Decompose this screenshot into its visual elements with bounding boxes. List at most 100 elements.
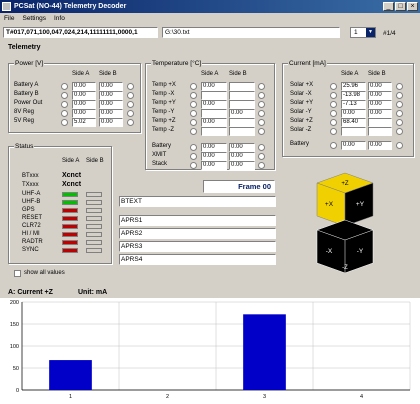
status-led-a bbox=[62, 232, 78, 237]
current-radio-b[interactable] bbox=[396, 110, 403, 117]
text-field-aprs3[interactable]: APRS3 bbox=[119, 241, 276, 252]
current-radio-a[interactable] bbox=[330, 110, 337, 117]
temp-radio-b[interactable] bbox=[258, 92, 265, 99]
cube-label-bottom-right: -Y bbox=[357, 248, 364, 255]
power-radio-b[interactable] bbox=[127, 83, 134, 90]
power-radio-a[interactable] bbox=[61, 101, 68, 108]
temp-extra-radio-b[interactable] bbox=[258, 153, 265, 160]
temp-radio-a[interactable] bbox=[190, 119, 197, 126]
power-radio-a[interactable] bbox=[61, 83, 68, 90]
window-title: PCSat (NO-44) Telemetry Decoder bbox=[14, 3, 127, 10]
close-button[interactable]: × bbox=[407, 2, 418, 11]
current-radio-a[interactable] bbox=[330, 119, 337, 126]
status-led-b bbox=[86, 200, 102, 205]
menu-file[interactable]: File bbox=[4, 15, 14, 22]
power-value-a: 0.00 bbox=[72, 82, 96, 91]
temp-extra-radio-a[interactable] bbox=[190, 144, 197, 151]
current-value-a bbox=[341, 127, 366, 136]
temp-extra-label: Stack bbox=[152, 161, 168, 167]
temp-radio-b[interactable] bbox=[258, 128, 265, 135]
temp-radio-a[interactable] bbox=[190, 92, 197, 99]
cube-label-bottom: -Z bbox=[342, 265, 348, 271]
current-battery-value-b: 0.00 bbox=[368, 141, 392, 150]
text-field-aprs2[interactable]: APRS2 bbox=[119, 228, 276, 239]
power-radio-b[interactable] bbox=[127, 110, 134, 117]
title-bar: PCSat (NO-44) Telemetry Decoder bbox=[0, 0, 420, 13]
txxx-value: Xcnct bbox=[62, 181, 82, 188]
current-radio-b[interactable] bbox=[396, 83, 403, 90]
temp-value-b bbox=[229, 91, 255, 100]
power-value-a: 0.00 bbox=[72, 100, 96, 109]
status-row-label: GPS bbox=[22, 207, 35, 213]
menu-info[interactable]: Info bbox=[54, 15, 65, 22]
current-battery-radio-a[interactable] bbox=[330, 142, 337, 149]
y-tick-label: 150 bbox=[10, 322, 19, 328]
temp-value-b bbox=[229, 100, 255, 109]
status-led-a bbox=[62, 208, 78, 213]
status-row-label: CLR72 bbox=[22, 223, 41, 229]
show-all-values-checkbox[interactable] bbox=[14, 270, 21, 277]
current-radio-a[interactable] bbox=[330, 92, 337, 99]
temp-value-a: 0.00 bbox=[201, 100, 227, 109]
app-icon bbox=[2, 2, 11, 11]
temp-row-label: Temp +Y bbox=[152, 100, 176, 106]
text-field-aprs1[interactable]: APRS1 bbox=[119, 215, 276, 226]
temp-radio-b[interactable] bbox=[258, 83, 265, 90]
current-value-b bbox=[368, 118, 392, 127]
status-led-a bbox=[62, 248, 78, 253]
temp-extra-radio-b[interactable] bbox=[258, 162, 265, 169]
temp-value-a: 0.00 bbox=[201, 118, 227, 127]
temp-radio-b[interactable] bbox=[258, 119, 265, 126]
current-battery-radio-b[interactable] bbox=[396, 142, 403, 149]
temp-radio-a[interactable] bbox=[190, 101, 197, 108]
y-tick-label: 100 bbox=[10, 344, 19, 350]
current-radio-b[interactable] bbox=[396, 101, 403, 108]
frame-select[interactable]: 1 ▼ bbox=[350, 27, 376, 38]
current-radio-b[interactable] bbox=[396, 128, 403, 135]
power-side-a-header: Side A bbox=[72, 71, 90, 77]
power-value-a: 0.00 bbox=[72, 91, 96, 100]
temp-extra-value-a: 0.00 bbox=[201, 143, 227, 152]
y-tick-label: 50 bbox=[13, 366, 19, 372]
current-value-a: 0.00 bbox=[341, 109, 366, 118]
maximize-button[interactable]: □ bbox=[395, 2, 406, 11]
chart-bar bbox=[243, 314, 286, 390]
current-radio-b[interactable] bbox=[396, 92, 403, 99]
power-radio-a[interactable] bbox=[61, 92, 68, 99]
temp-extra-radio-a[interactable] bbox=[190, 153, 197, 160]
current-radio-a[interactable] bbox=[330, 128, 337, 135]
file-path-field[interactable]: G:\30.txt bbox=[162, 27, 340, 38]
current-radio-a[interactable] bbox=[330, 101, 337, 108]
text-field-btext[interactable]: BTEXT bbox=[119, 196, 276, 207]
chevron-down-icon[interactable]: ▼ bbox=[366, 28, 375, 37]
temp-radio-a[interactable] bbox=[190, 110, 197, 117]
power-radio-b[interactable] bbox=[127, 119, 134, 126]
chart-title: A: Current +Z bbox=[8, 289, 53, 296]
power-radio-a[interactable] bbox=[61, 110, 68, 117]
temp-radio-a[interactable] bbox=[190, 128, 197, 135]
status-led-b bbox=[86, 240, 102, 245]
current-radio-a[interactable] bbox=[330, 83, 337, 90]
temp-extra-radio-a[interactable] bbox=[190, 162, 197, 169]
minimize-button[interactable]: _ bbox=[383, 2, 394, 11]
power-value-a: 5.02 bbox=[72, 118, 96, 127]
text-field-aprs4[interactable]: APRS4 bbox=[119, 254, 276, 265]
status-row-label: UHF-B bbox=[22, 199, 41, 205]
power-radio-a[interactable] bbox=[61, 119, 68, 126]
temp-extra-value-a: 0.00 bbox=[201, 161, 227, 170]
temp-extra-radio-b[interactable] bbox=[258, 144, 265, 151]
temp-radio-a[interactable] bbox=[190, 83, 197, 90]
current-radio-b[interactable] bbox=[396, 119, 403, 126]
temp-radio-b[interactable] bbox=[258, 110, 265, 117]
packet-field[interactable]: T#017,071,100,047,024,214,11111111,0000,… bbox=[3, 27, 158, 38]
power-radio-b[interactable] bbox=[127, 92, 134, 99]
current-row-label: Solar +Y bbox=[290, 100, 314, 106]
temp-value-b bbox=[229, 82, 255, 91]
chart-unit: Unit: mA bbox=[78, 289, 108, 296]
menu-settings[interactable]: Settings bbox=[22, 15, 46, 22]
power-radio-b[interactable] bbox=[127, 101, 134, 108]
temp-radio-b[interactable] bbox=[258, 101, 265, 108]
temp-row-label: Temp +X bbox=[152, 82, 176, 88]
current-row-label: Solar -Z bbox=[290, 127, 312, 133]
cube-label-bottom-left: -X bbox=[326, 248, 333, 255]
